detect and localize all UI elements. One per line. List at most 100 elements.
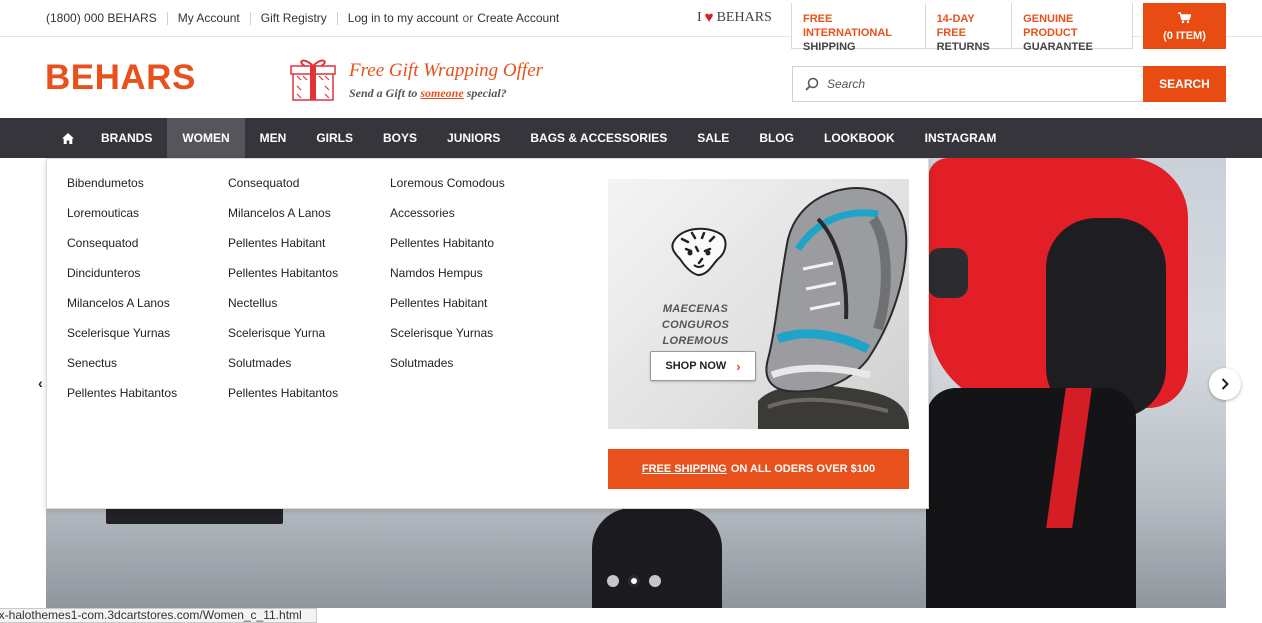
browser-status-bar: ox-halothemes1-com.3dcartstores.com/Wome… (0, 608, 317, 623)
cart-button[interactable]: (0 ITEM) (1143, 3, 1226, 49)
top-links: (1800) 000 BEHARS My Account Gift Regist… (46, 11, 559, 25)
women-mega-menu: Bibendumetos Loremouticas Consequatod Di… (46, 158, 929, 509)
status-url: ox-halothemes1-com.3dcartstores.com/Wome… (0, 608, 302, 622)
free-shipping-banner[interactable]: FREE SHIPPING ON ALL ODERS OVER $100 (608, 449, 909, 489)
divider (336, 11, 338, 25)
nav-blog[interactable]: BLOG (744, 118, 809, 158)
menu-link[interactable]: Loremouticas (67, 205, 177, 235)
gift-box-icon (290, 59, 336, 101)
menu-link[interactable]: Senectus (67, 355, 177, 385)
menu-link[interactable]: Pellentes Habitant (228, 235, 338, 265)
nav-men[interactable]: MEN (245, 118, 302, 158)
menu-promo-banner[interactable]: MAECENAS CONGUROS LOREMOUS SHOP NOW › (608, 179, 909, 429)
nav-boys[interactable]: BOYS (368, 118, 432, 158)
gift-sub-before: Send a Gift to (349, 86, 418, 100)
slider-dot-1[interactable] (607, 575, 619, 587)
or-text: or (462, 11, 474, 25)
slider-dot-2[interactable] (628, 575, 640, 587)
gift-wrap-banner[interactable]: Free Gift Wrapping Offer Send a Gift to … (289, 52, 579, 104)
home-icon (62, 132, 74, 144)
menu-link[interactable]: Pellentes Habitantos (228, 385, 338, 415)
chevron-right-icon (1221, 378, 1229, 390)
menu-link[interactable]: Consequatod (228, 175, 338, 205)
runner-glove (928, 248, 968, 298)
slider-dot-3[interactable] (649, 575, 661, 587)
slider-next-arrow[interactable] (1209, 368, 1241, 400)
menu-link[interactable]: Scelerisque Yurnas (67, 325, 177, 355)
promo-line2: GUARANTEE (1023, 41, 1093, 53)
cart-icon (1143, 12, 1226, 27)
gift-sub-after: special? (466, 86, 507, 100)
menu-column-1: Bibendumetos Loremouticas Consequatod Di… (67, 175, 177, 415)
menu-link[interactable]: Loremous Comodous (390, 175, 505, 205)
heart-icon: ♥ (704, 9, 714, 26)
divider (166, 11, 168, 25)
divider (249, 11, 251, 25)
menu-link[interactable]: Pellentes Habitantos (67, 385, 177, 415)
hero-cta-button[interactable] (106, 508, 283, 524)
menu-link[interactable]: Bibendumetos (67, 175, 177, 205)
gift-registry-link[interactable]: Gift Registry (261, 11, 327, 25)
main-nav: BRANDS WOMEN MEN GIRLS BOYS JUNIORS BAGS… (0, 118, 1262, 158)
menu-link[interactable]: Scelerisque Yurnas (390, 325, 505, 355)
runner-legs (926, 388, 1136, 608)
menu-link[interactable]: Accessories (390, 205, 505, 235)
gift-subtitle: Send a Gift to someone special? (349, 86, 507, 101)
nav-brands[interactable]: BRANDS (86, 118, 167, 158)
menu-link[interactable]: Pellentes Habitant (390, 295, 505, 325)
menu-link[interactable]: Consequatod (67, 235, 177, 265)
search-input[interactable] (827, 67, 1127, 101)
slider-dots (607, 575, 661, 587)
menu-link[interactable]: Solutmades (228, 355, 338, 385)
promo-line1: FREE INTERNATIONAL (803, 13, 893, 39)
my-account-link[interactable]: My Account (178, 11, 240, 25)
menu-link[interactable]: Nectellus (228, 295, 338, 325)
cart-count: (0 ITEM) (1163, 30, 1206, 42)
menu-column-3: Loremous Comodous Accessories Pellentes … (390, 175, 505, 385)
home-button[interactable] (50, 118, 86, 158)
nav-women[interactable]: WOMEN (167, 118, 245, 158)
gift-title: Free Gift Wrapping Offer (349, 60, 544, 81)
promo-caption-line1: MAECENAS CONGUROS (661, 303, 730, 331)
i-love-prefix: I (697, 10, 702, 25)
nav-bags-accessories[interactable]: BAGS & ACCESSORIES (515, 118, 682, 158)
create-account-link[interactable]: Create Account (477, 11, 559, 25)
promo-caption-line2: LOREMOUS (662, 335, 729, 347)
login-link[interactable]: Log in to my account (348, 11, 459, 25)
leopard-logo-icon (671, 227, 727, 277)
nav-juniors[interactable]: JUNIORS (432, 118, 515, 158)
promo-line1: 14-DAY FREE (936, 13, 975, 39)
slider-prev-arrow[interactable]: ‹ (38, 375, 43, 391)
promo-line2: RETURNS (936, 41, 990, 53)
nav-girls[interactable]: GIRLS (301, 118, 368, 158)
menu-link[interactable]: Namdos Hempus (390, 265, 505, 295)
menu-link[interactable]: Milancelos A Lanos (228, 205, 338, 235)
nav-sale[interactable]: SALE (682, 118, 744, 158)
nav-instagram[interactable]: INSTAGRAM (910, 118, 1012, 158)
promo-caption: MAECENAS CONGUROS LOREMOUS (628, 301, 763, 349)
menu-link[interactable]: Scelerisque Yurna (228, 325, 338, 355)
promo-free-shipping: FREE INTERNATIONAL SHIPPING (792, 3, 926, 53)
menu-link[interactable]: Milancelos A Lanos (67, 295, 177, 325)
menu-link[interactable]: Pellentes Habitantos (228, 265, 338, 295)
search-button[interactable]: SEARCH (1143, 66, 1226, 102)
promo-line1: GENUINE PRODUCT (1023, 13, 1078, 39)
menu-link[interactable]: Pellentes Habitanto (390, 235, 505, 265)
chevron-right-icon: › (736, 358, 741, 374)
promo-strip: FREE INTERNATIONAL SHIPPING 14-DAY FREE … (791, 3, 1133, 53)
phone-number: (1800) 000 BEHARS (46, 11, 157, 25)
search-field-wrap (792, 66, 1143, 102)
menu-link[interactable]: Solutmades (390, 355, 505, 385)
site-logo[interactable]: BEHARS (45, 58, 196, 98)
free-shipping-emph: FREE SHIPPING (641, 463, 727, 475)
menu-link[interactable]: Dincidunteros (67, 265, 177, 295)
running-shoe-image (758, 187, 909, 429)
nav-lookbook[interactable]: LOOKBOOK (809, 118, 910, 158)
shop-now-button[interactable]: SHOP NOW › (650, 351, 756, 381)
i-love-brand: BEHARS (716, 10, 772, 25)
search-bar: SEARCH (792, 66, 1226, 102)
promo-free-returns: 14-DAY FREE RETURNS (926, 3, 1013, 53)
i-love-behars[interactable]: I ♥ BEHARS (697, 10, 772, 26)
second-runner-legs (592, 508, 722, 608)
gift-sub-emph: someone (420, 86, 464, 100)
